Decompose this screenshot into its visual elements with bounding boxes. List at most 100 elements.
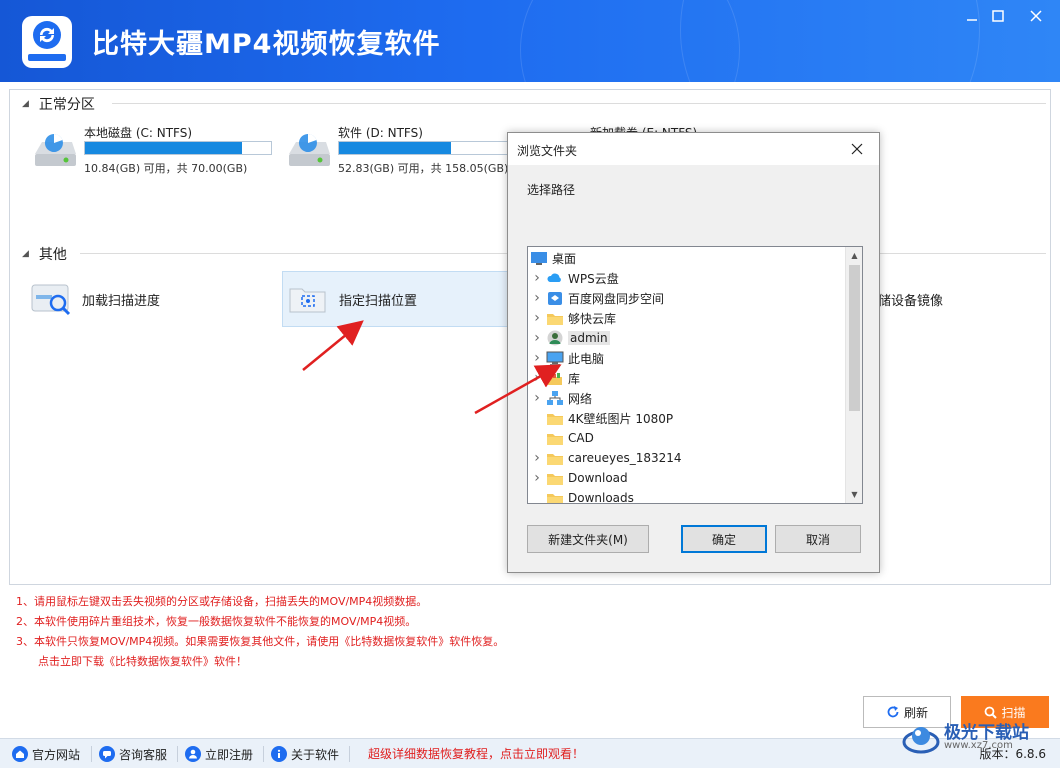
- disk-usage-bar: [338, 141, 508, 155]
- folder-icon: [547, 494, 563, 503]
- expand-chevron-icon[interactable]: ›: [530, 470, 544, 486]
- scroll-up-icon[interactable]: ▲: [846, 247, 862, 264]
- tree-item[interactable]: 4K壁纸图片 1080P: [528, 408, 844, 428]
- disk-name: 软件 (D: NTFS): [338, 126, 423, 140]
- disk-c[interactable]: 本地磁盘 (C: NTFS) 10.84(GB) 可用，共 70.00(GB): [32, 124, 272, 184]
- tree-item[interactable]: › 库: [528, 368, 844, 388]
- tutorial-promo-link[interactable]: 超级详细数据恢复教程，点击立即观看！: [368, 745, 584, 762]
- register-link[interactable]: 立即注册: [185, 744, 253, 764]
- collapse-triangle-icon[interactable]: ◢: [22, 249, 29, 259]
- download-link[interactable]: 点击立即下载《比特数据恢复软件》软件！: [16, 652, 716, 672]
- new-folder-button[interactable]: 新建文件夹(M): [527, 525, 649, 553]
- cloud-icon: [547, 273, 561, 282]
- maximize-icon[interactable]: [981, 4, 1015, 28]
- tree-item-label: 桌面: [552, 251, 577, 266]
- folder-icon: [547, 454, 563, 465]
- tree-scrollbar[interactable]: ▲ ▼: [845, 247, 862, 503]
- specify-scan-location-item[interactable]: 指定扫描位置: [282, 271, 512, 327]
- scroll-thumb[interactable]: [849, 265, 860, 411]
- info-icon: [271, 746, 287, 762]
- watermark-logo-icon: [902, 727, 940, 754]
- folder-icon: [547, 314, 563, 325]
- network-icon: [547, 391, 563, 405]
- tree-item[interactable]: › careueyes_183214: [528, 448, 844, 468]
- disk-d[interactable]: 软件 (D: NTFS) 52.83(GB) 可用，共 158.05(GB): [286, 124, 526, 184]
- others-header[interactable]: ◢ 其他: [22, 244, 67, 264]
- sb-label: 立即注册: [205, 747, 254, 762]
- customer-service-link[interactable]: 咨询客服: [99, 744, 167, 764]
- tree-item[interactable]: › WPS云盘: [528, 268, 844, 288]
- user-folder-icon: [547, 330, 563, 346]
- storage-device-image-item[interactable]: 储设备镜像: [878, 271, 998, 327]
- tree-item[interactable]: Downloads: [528, 488, 844, 504]
- disk-info: 10.84(GB) 可用，共 70.00(GB): [84, 162, 248, 175]
- load-scan-progress-item[interactable]: 加载扫描进度: [30, 271, 270, 327]
- tree-item-label: admin: [568, 331, 610, 345]
- folder-tree[interactable]: 桌面 › WPS云盘 › 百度网盘同步空间 › 够快云库 › admin › 此电脑 › 库 › 网络 4K壁…: [527, 246, 863, 504]
- expand-chevron-icon[interactable]: ›: [530, 290, 544, 306]
- section-divider: [112, 103, 1046, 104]
- app-title: 比特大疆MP4视频恢复软件: [92, 29, 441, 60]
- expand-chevron-icon[interactable]: ›: [530, 330, 544, 346]
- about-link[interactable]: 关于软件: [271, 744, 339, 764]
- dialog-prompt: 选择路径: [527, 183, 576, 197]
- official-site-link[interactable]: 官方网站: [12, 744, 80, 764]
- note-line: 1、请用鼠标左键双击丢失视频的分区或存储设备，扫描丢失的MOV/MP4视频数据。: [16, 595, 428, 608]
- watermark-url: www.xz7.com: [944, 740, 1013, 751]
- expand-chevron-icon[interactable]: ›: [530, 270, 544, 286]
- tree-item[interactable]: CAD: [528, 428, 844, 448]
- disk-usage-fill: [339, 142, 451, 154]
- item-label: 指定扫描位置: [339, 293, 418, 309]
- tree-item-label: CAD: [568, 431, 594, 445]
- ok-button[interactable]: 确定: [681, 525, 767, 553]
- separator: [349, 746, 350, 762]
- tree-item[interactable]: › Download: [528, 468, 844, 488]
- baidu-disk-icon: [548, 292, 562, 305]
- tree-item[interactable]: › admin: [528, 328, 844, 348]
- hard-disk-icon: [35, 133, 76, 166]
- scroll-down-icon[interactable]: ▼: [846, 486, 862, 503]
- item-label: 加载扫描进度: [82, 293, 161, 309]
- hard-disk-icon: [289, 133, 330, 166]
- others-header-label: 其他: [38, 247, 67, 263]
- tree-item-label: 够快云库: [568, 311, 617, 326]
- tree-item-label: 库: [568, 371, 581, 386]
- folder-icon: [547, 434, 563, 445]
- watermark: 极光下载站 www.xz7.com: [900, 716, 1056, 766]
- dialog-title: 浏览文件夹: [517, 144, 578, 158]
- tree-item-label: 网络: [568, 391, 593, 406]
- partitions-header[interactable]: ◢ 正常分区: [22, 94, 95, 114]
- tree-item[interactable]: › 网络: [528, 388, 844, 408]
- dialog-titlebar: 浏览文件夹: [508, 133, 879, 165]
- close-icon[interactable]: [1019, 4, 1053, 28]
- disk-info: 52.83(GB) 可用，共 158.05(GB): [338, 162, 509, 175]
- tree-item-label: 4K壁纸图片 1080P: [568, 411, 674, 426]
- tree-item[interactable]: › 百度网盘同步空间: [528, 288, 844, 308]
- dialog-close-icon[interactable]: [835, 133, 879, 165]
- chat-icon: [99, 746, 115, 762]
- collapse-triangle-icon[interactable]: ◢: [22, 99, 29, 109]
- title-bar: 比特大疆MP4视频恢复软件: [0, 0, 1060, 82]
- disk-usage-bar: [84, 141, 272, 155]
- tree-item-label: Downloads: [568, 491, 634, 504]
- expand-chevron-icon[interactable]: ›: [530, 370, 544, 386]
- tree-item-label: Download: [568, 471, 628, 485]
- cancel-button[interactable]: 取消: [775, 525, 861, 553]
- separator: [177, 746, 178, 762]
- folder-icon: [547, 414, 563, 425]
- app-logo-icon: [22, 16, 72, 68]
- tree-item[interactable]: › 够快云库: [528, 308, 844, 328]
- expand-chevron-icon[interactable]: ›: [530, 390, 544, 406]
- title-decoration: [680, 0, 980, 82]
- expand-chevron-icon[interactable]: ›: [530, 310, 544, 326]
- home-icon: [12, 746, 28, 762]
- library-icon: [548, 373, 562, 385]
- browse-folder-dialog: 浏览文件夹 选择路径 桌面 › WPS云盘 › 百度网盘同步空间 › 够快云库 › admin ›…: [507, 132, 880, 573]
- separator: [263, 746, 264, 762]
- tree-item[interactable]: › 此电脑: [528, 348, 844, 368]
- expand-chevron-icon[interactable]: ›: [530, 450, 544, 466]
- tree-item[interactable]: 桌面: [528, 248, 844, 268]
- expand-chevron-icon[interactable]: ›: [530, 350, 544, 366]
- folder-icon: [547, 474, 563, 485]
- disk-usage-fill: [85, 142, 243, 154]
